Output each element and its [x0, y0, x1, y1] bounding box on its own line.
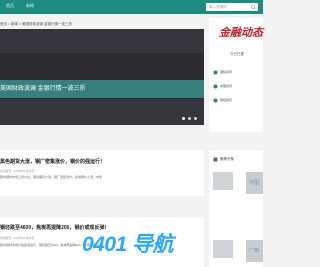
article-title[interactable]: 黑色期货大涨，钢厂密集涨价，钢价的强运行！: [0, 159, 105, 166]
hero-title[interactable]: 美国财政波澜 金银行情一波三折: [0, 85, 86, 93]
slider-dot[interactable]: [194, 117, 197, 120]
top-nav: 首页 新闻 输入关键词: [0, 0, 263, 14]
recommend-label[interactable]: 中国: [249, 180, 259, 187]
bullet-icon: [213, 98, 218, 103]
site-logo[interactable]: 金融动态: [219, 26, 263, 40]
breadcrumb: 首页 > 新闻 > 美国财政波澜 金银行情一波三折: [0, 22, 72, 26]
slider-dot[interactable]: [188, 117, 191, 120]
search-icon[interactable]: [251, 4, 256, 10]
sidebar-link[interactable]: 中国资讯: [220, 84, 232, 89]
recommend-heading: 推荐头条: [220, 157, 234, 161]
nav-item-news[interactable]: 新闻: [26, 3, 34, 9]
recommend-thumb[interactable]: [213, 172, 233, 190]
article-meta: 新闻资讯 · 2025年11月06日: [0, 236, 35, 240]
search-box[interactable]: 输入关键词: [206, 3, 258, 11]
sidebar-link[interactable]: 国际资讯: [220, 70, 232, 75]
article-summary: 国内钢材市场上涨为主，黑色期货大涨，钢厂密集涨价，多地钢价上调，市场: [0, 175, 103, 179]
nav-item-home[interactable]: 首页: [6, 3, 14, 9]
bullet-icon: [213, 70, 218, 75]
recommend-thumb[interactable]: [213, 240, 233, 258]
search-input[interactable]: 输入关键词: [209, 4, 227, 10]
bullet-icon: [213, 84, 218, 89]
list-icon: [213, 157, 218, 162]
slider-dot[interactable]: [182, 117, 185, 120]
recommend-label[interactable]: 广西: [249, 248, 259, 255]
article-meta: 新闻资讯 · 2025年11月06日: [0, 169, 35, 173]
logo-subtitle: 今日已更: [230, 52, 244, 56]
article-title[interactable]: 钢坯跌至4600，焦炭再提降200，钢价或现反弹！: [0, 225, 109, 232]
sidebar-link[interactable]: 财经资讯: [220, 98, 232, 103]
article-card[interactable]: 黑色期货大涨，钢厂密集涨价，钢价的强运行！ 新闻资讯 · 2025年11月06日…: [0, 150, 204, 196]
watermark-logo: 0401 导航: [82, 233, 174, 256]
hero-slider[interactable]: 美国财政波澜 金银行情一波三折: [0, 29, 204, 125]
